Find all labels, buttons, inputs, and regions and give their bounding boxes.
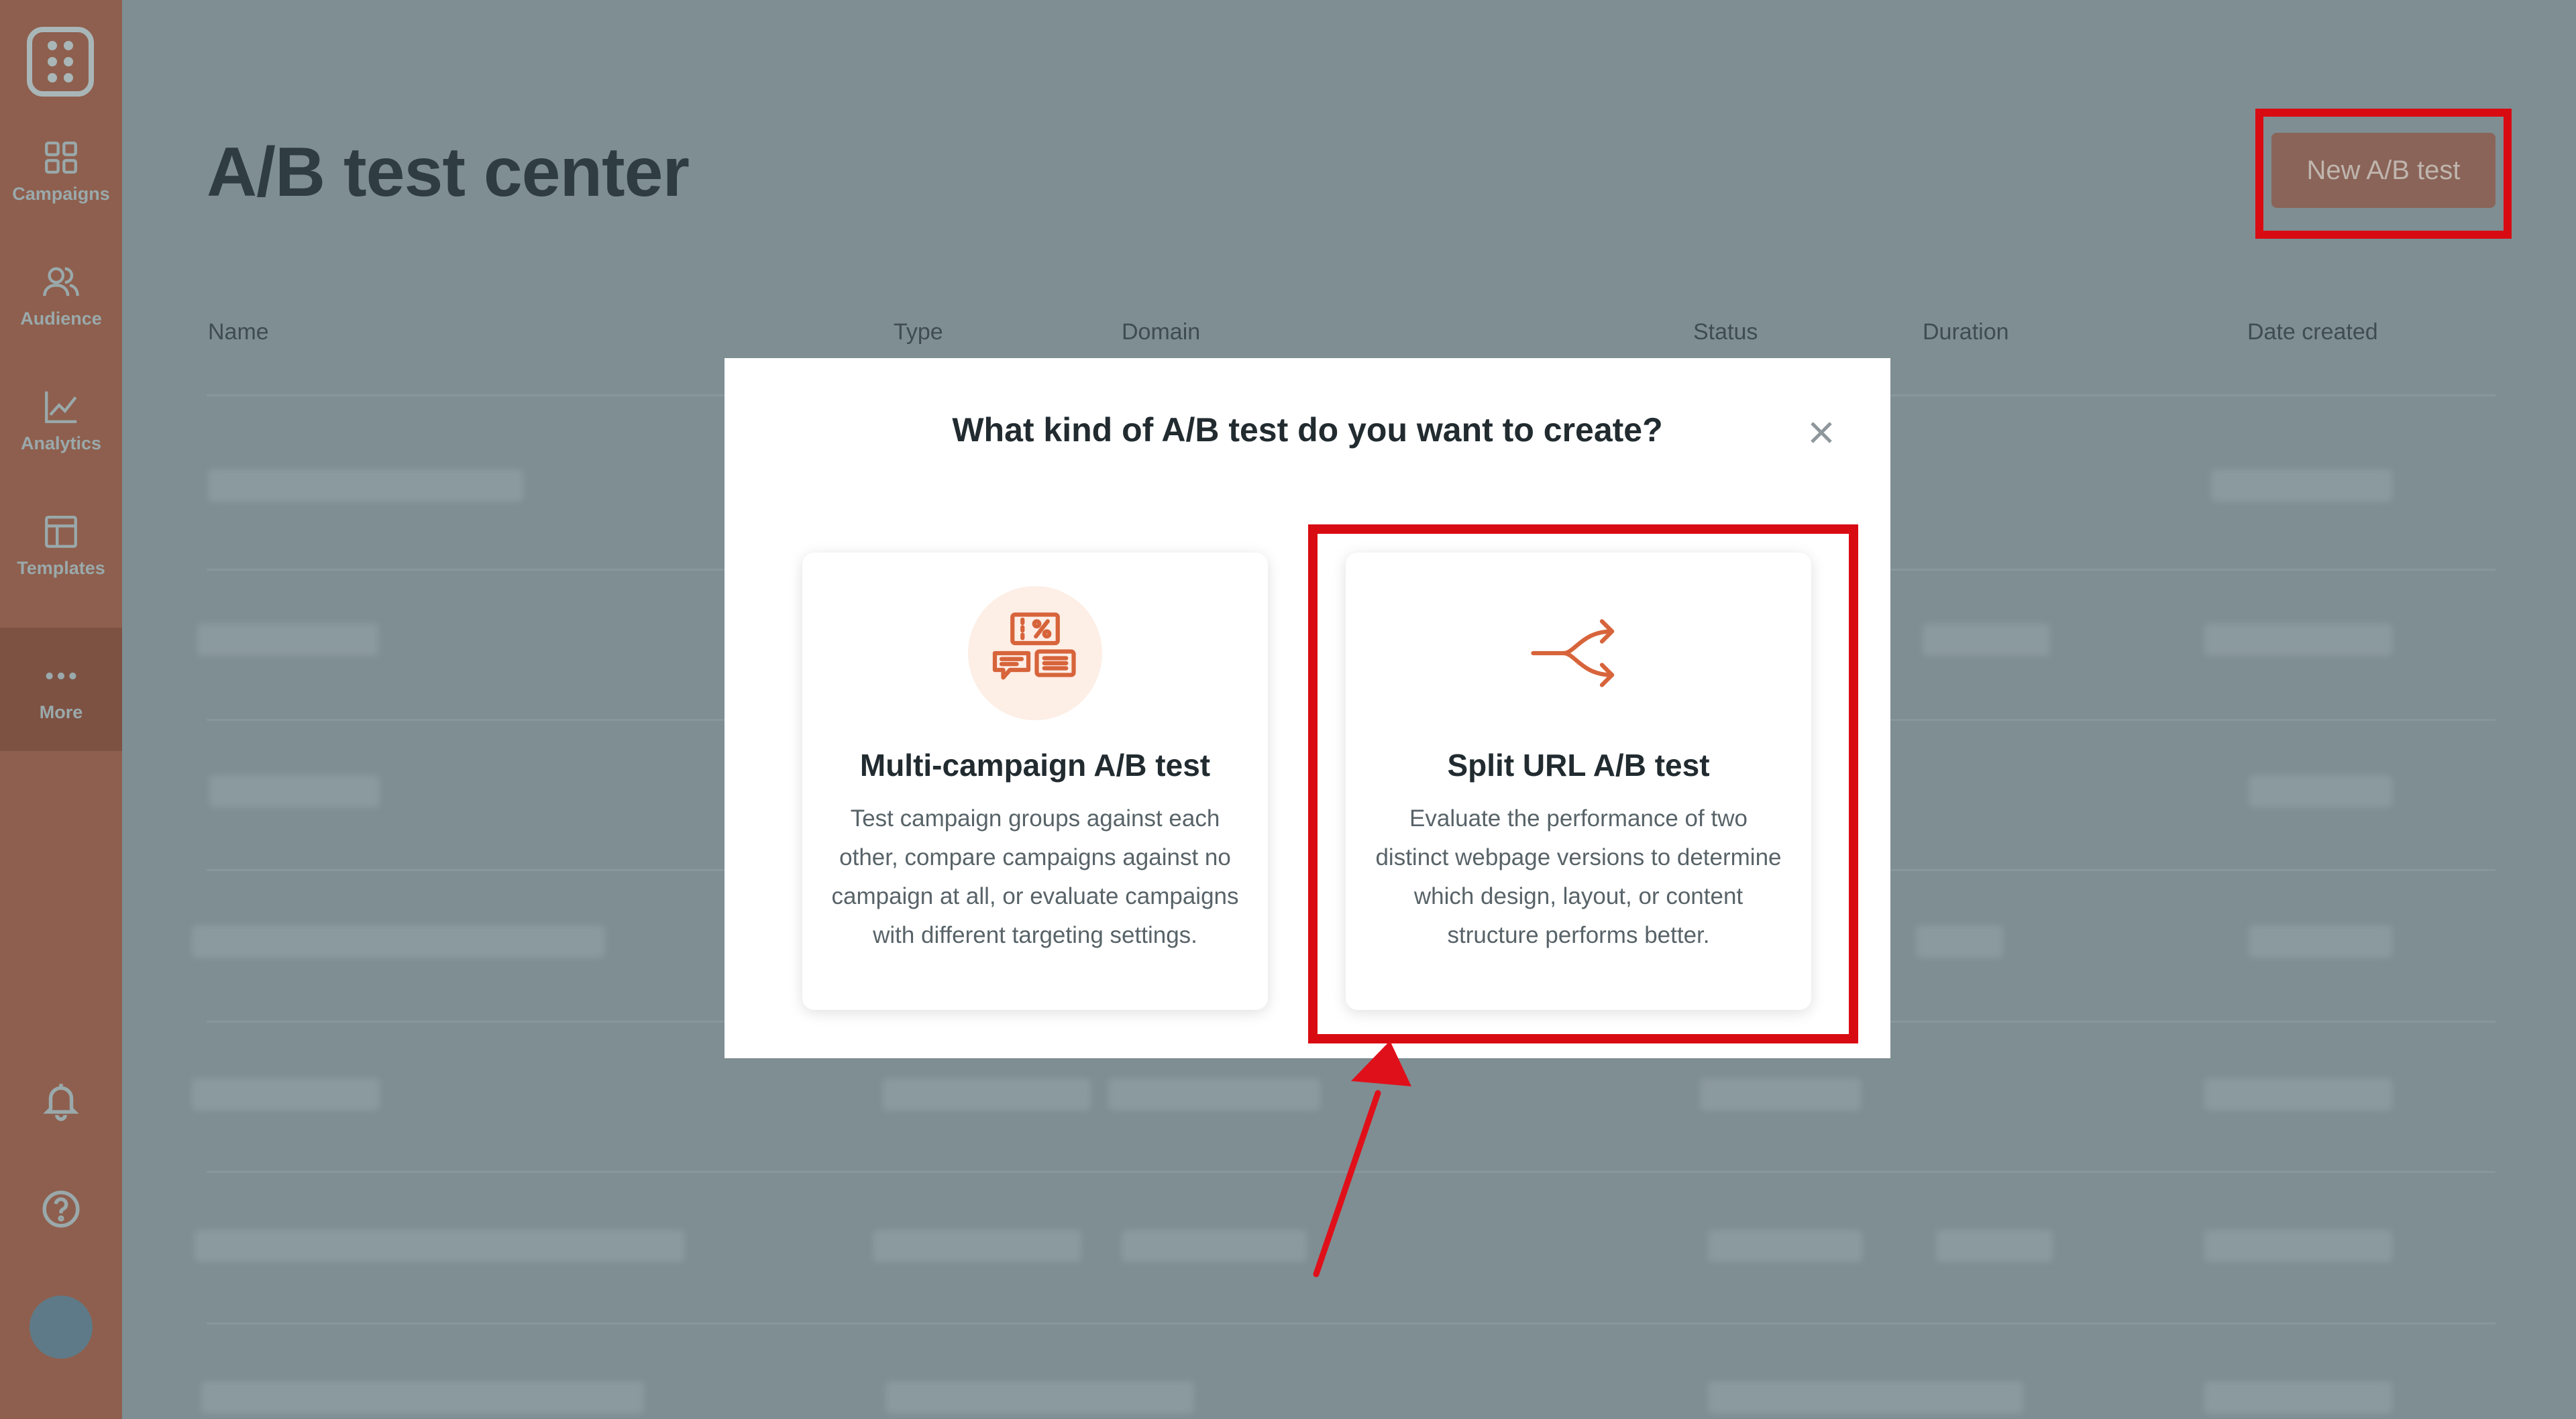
table-row[interactable] bbox=[1936, 1230, 2053, 1262]
table-row[interactable] bbox=[208, 469, 523, 502]
table-row[interactable] bbox=[201, 1381, 644, 1414]
table-row[interactable] bbox=[1708, 1230, 1862, 1262]
table-row[interactable] bbox=[1916, 925, 2003, 958]
highlight-box bbox=[2255, 109, 2512, 239]
table-row[interactable] bbox=[2204, 1381, 2392, 1414]
table-row[interactable] bbox=[885, 1381, 1194, 1414]
app-window: Campaigns Audience Analytics Templates M… bbox=[0, 0, 2576, 1419]
sidebar-item-more[interactable]: More bbox=[0, 628, 122, 751]
sidebar-item-label: Campaigns bbox=[12, 183, 110, 204]
table-row[interactable] bbox=[2204, 1230, 2392, 1262]
option-title: Multi-campaign A/B test bbox=[859, 748, 1211, 783]
sidebar-item-audience[interactable]: Audience bbox=[0, 239, 122, 353]
column-header-status[interactable]: Status bbox=[1693, 319, 1758, 345]
column-header-name[interactable]: Name bbox=[208, 319, 269, 345]
help-icon[interactable] bbox=[38, 1186, 85, 1233]
table-row[interactable] bbox=[1700, 1078, 1861, 1111]
page-title: A/B test center bbox=[207, 133, 690, 211]
table-row[interactable] bbox=[192, 925, 605, 958]
sidebar: Campaigns Audience Analytics Templates M… bbox=[0, 0, 122, 1419]
highlight-box bbox=[1308, 524, 1858, 1043]
sidebar-item-campaigns[interactable]: Campaigns bbox=[0, 114, 122, 228]
sidebar-item-label: More bbox=[39, 701, 83, 722]
bell-icon[interactable] bbox=[38, 1077, 85, 1124]
row-divider bbox=[207, 1322, 2496, 1324]
multi-campaign-icon bbox=[968, 586, 1102, 720]
table-row[interactable] bbox=[209, 775, 380, 807]
table-row[interactable] bbox=[1122, 1230, 1307, 1262]
table-row[interactable] bbox=[1108, 1078, 1320, 1111]
column-header-type[interactable]: Type bbox=[894, 319, 943, 345]
table-row[interactable] bbox=[1923, 624, 2050, 656]
table-row[interactable] bbox=[192, 1078, 380, 1111]
column-header-date-created[interactable]: Date created bbox=[2247, 319, 2378, 345]
sidebar-item-label: Audience bbox=[20, 308, 102, 329]
app-logo-icon[interactable] bbox=[27, 27, 94, 97]
avatar[interactable] bbox=[30, 1296, 93, 1359]
table-row[interactable] bbox=[883, 1078, 1091, 1111]
chart-icon bbox=[45, 391, 77, 423]
table-row[interactable] bbox=[197, 624, 378, 656]
table-row[interactable] bbox=[2249, 775, 2392, 807]
table-row[interactable] bbox=[2211, 469, 2392, 502]
option-description: Test campaign groups against each other,… bbox=[831, 805, 1239, 948]
column-header-duration[interactable]: Duration bbox=[1923, 319, 2009, 345]
table-row[interactable] bbox=[2204, 1078, 2392, 1111]
layout-icon bbox=[45, 515, 77, 548]
users-icon bbox=[43, 267, 79, 296]
dialog-title: What kind of A/B test do you want to cre… bbox=[952, 411, 1663, 449]
table-row[interactable] bbox=[1708, 1381, 2023, 1414]
close-icon[interactable] bbox=[1803, 414, 1839, 451]
grid-icon bbox=[45, 141, 77, 174]
table-row[interactable] bbox=[195, 1230, 684, 1262]
sidebar-item-label: Templates bbox=[17, 557, 105, 578]
more-dots-icon bbox=[46, 672, 76, 679]
sidebar-item-analytics[interactable]: Analytics bbox=[0, 363, 122, 477]
column-header-domain[interactable]: Domain bbox=[1122, 319, 1200, 345]
row-divider bbox=[207, 1171, 2496, 1173]
sidebar-item-label: Analytics bbox=[20, 433, 102, 453]
sidebar-item-templates[interactable]: Templates bbox=[0, 488, 122, 602]
table-row[interactable] bbox=[2249, 925, 2392, 958]
table-row[interactable] bbox=[873, 1230, 1081, 1262]
table-row[interactable] bbox=[2204, 624, 2392, 656]
multi-campaign-option-card[interactable]: Multi-campaign A/B test Test campaign gr… bbox=[802, 553, 1268, 1010]
